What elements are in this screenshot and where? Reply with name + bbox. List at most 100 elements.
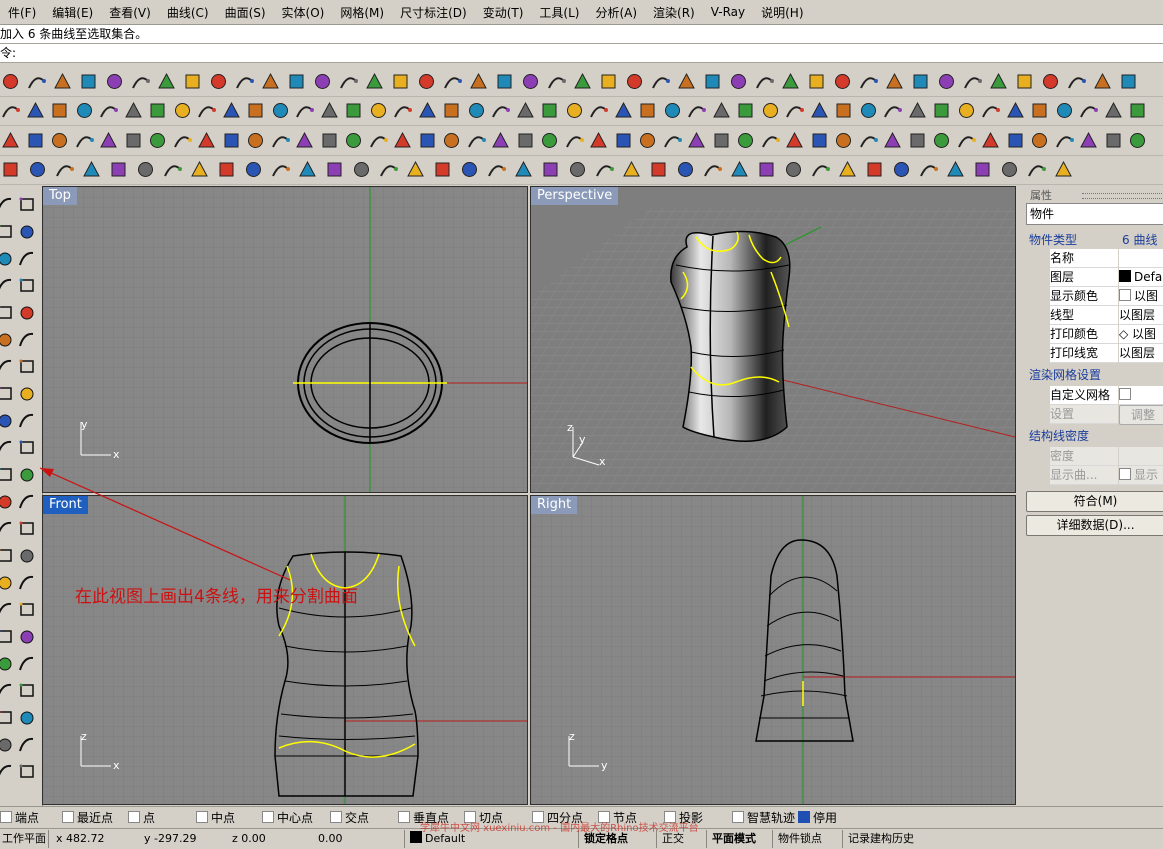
left-toolbar-tool-icon[interactable]	[0, 599, 15, 620]
toolbar-tool-icon[interactable]	[416, 71, 437, 92]
prop-value[interactable]	[1119, 249, 1163, 268]
toolbar-tool-icon[interactable]	[936, 71, 957, 92]
osnap-option[interactable]: 停用	[798, 810, 837, 826]
viewport-perspective[interactable]: z y x Perspective	[530, 186, 1016, 493]
toolbar-tool-icon[interactable]	[515, 130, 536, 151]
toolbar-tool-icon[interactable]	[613, 130, 634, 151]
toolbar-tool-icon[interactable]	[1005, 100, 1026, 121]
object-dropdown[interactable]: 物件	[1026, 203, 1163, 225]
toolbar-tool-icon[interactable]	[338, 71, 359, 92]
left-toolbar-tool-icon[interactable]	[16, 572, 37, 593]
menu-analyze[interactable]: 分析(A)	[587, 4, 645, 21]
toolbar-tool-icon[interactable]	[25, 100, 46, 121]
left-toolbar-tool-icon[interactable]	[0, 302, 15, 323]
left-toolbar-tool-icon[interactable]	[16, 464, 37, 485]
toolbar-tool-icon[interactable]	[931, 130, 952, 151]
toolbar-tool-icon[interactable]	[392, 100, 413, 121]
toolbar-tool-icon[interactable]	[319, 130, 340, 151]
toolbar-tool-icon[interactable]	[196, 100, 217, 121]
toolbar-tool-icon[interactable]	[513, 159, 534, 180]
toolbar-tool-icon[interactable]	[624, 71, 645, 92]
toolbar-tool-icon[interactable]	[833, 100, 854, 121]
toolbar-tool-icon[interactable]	[466, 130, 487, 151]
toolbar-tool-icon[interactable]	[104, 71, 125, 92]
toolbar-tool-icon[interactable]	[1026, 159, 1047, 180]
toolbar-tool-icon[interactable]	[711, 100, 732, 121]
menu-transform[interactable]: 变动(T)	[475, 4, 532, 21]
viewport-front-label[interactable]: Front	[43, 496, 88, 514]
toolbar-tool-icon[interactable]	[1092, 71, 1113, 92]
toolbar-tool-icon[interactable]	[539, 100, 560, 121]
toolbar-tool-icon[interactable]	[945, 159, 966, 180]
osnap-checkbox[interactable]	[732, 811, 744, 823]
osnap-option[interactable]: 交点	[330, 810, 369, 826]
prop-value[interactable]: ◇ 以图	[1119, 325, 1163, 344]
viewport-right-label[interactable]: Right	[531, 496, 578, 514]
toolbar-tool-icon[interactable]	[26, 71, 47, 92]
toolbar-tool-icon[interactable]	[147, 130, 168, 151]
toolbar-tool-icon[interactable]	[442, 71, 463, 92]
toolbar-tool-icon[interactable]	[270, 100, 291, 121]
toolbar-tool-icon[interactable]	[837, 159, 858, 180]
toolbar-tool-icon[interactable]	[1029, 130, 1050, 151]
toolbar-tool-icon[interactable]	[1103, 100, 1124, 121]
toolbar-tool-icon[interactable]	[466, 100, 487, 121]
toolbar-tool-icon[interactable]	[858, 130, 879, 151]
toolbar-tool-icon[interactable]	[390, 71, 411, 92]
osnap-option[interactable]: 中点	[196, 810, 235, 826]
toolbar-tool-icon[interactable]	[520, 71, 541, 92]
prop-value[interactable]: 显示	[1119, 466, 1163, 485]
toolbar-tool-icon[interactable]	[0, 130, 21, 151]
toolbar-tool-icon[interactable]	[858, 71, 879, 92]
left-toolbar-tool-icon[interactable]	[0, 248, 15, 269]
left-toolbar-tool-icon[interactable]	[16, 329, 37, 350]
toolbar-tool-icon[interactable]	[78, 71, 99, 92]
toolbar-tool-icon[interactable]	[172, 130, 193, 151]
toolbar-tool-icon[interactable]	[572, 71, 593, 92]
display-checkbox[interactable]	[1119, 468, 1131, 480]
left-toolbar-tool-icon[interactable]	[16, 761, 37, 782]
toolbar-tool-icon[interactable]	[432, 159, 453, 180]
toolbar-tool-icon[interactable]	[319, 100, 340, 121]
left-toolbar-tool-icon[interactable]	[0, 410, 15, 431]
toolbar-tool-icon[interactable]	[135, 159, 156, 180]
left-toolbar-tool-icon[interactable]	[0, 761, 15, 782]
osnap-checkbox[interactable]	[196, 811, 208, 823]
prop-row-linetype[interactable]: 线型 以图层	[1026, 306, 1163, 325]
toolbar-tool-icon[interactable]	[468, 71, 489, 92]
left-toolbar-tool-icon[interactable]	[0, 194, 15, 215]
toolbar-tool-icon[interactable]	[1078, 130, 1099, 151]
toolbar-tool-icon[interactable]	[539, 130, 560, 151]
toolbar-tool-icon[interactable]	[1066, 71, 1087, 92]
toolbar-tool-icon[interactable]	[1014, 71, 1035, 92]
osnap-option[interactable]: 智慧轨迹	[732, 810, 795, 826]
toolbar-tool-icon[interactable]	[637, 130, 658, 151]
toolbar-tool-icon[interactable]	[245, 130, 266, 151]
toolbar-tool-icon[interactable]	[910, 71, 931, 92]
toolbar-tool-icon[interactable]	[0, 159, 21, 180]
toolbar-tool-icon[interactable]	[686, 130, 707, 151]
left-toolbar-tool-icon[interactable]	[16, 734, 37, 755]
custom-mesh-checkbox[interactable]	[1119, 388, 1131, 400]
toolbar-tool-icon[interactable]	[1054, 100, 1075, 121]
toolbar-tool-icon[interactable]	[729, 159, 750, 180]
toolbar-tool-icon[interactable]	[735, 130, 756, 151]
toolbar-tool-icon[interactable]	[702, 159, 723, 180]
osnap-checkbox[interactable]	[398, 811, 410, 823]
left-toolbar-tool-icon[interactable]	[16, 221, 37, 242]
toolbar-tool-icon[interactable]	[182, 71, 203, 92]
toolbar-tool-icon[interactable]	[1053, 159, 1074, 180]
left-toolbar-tool-icon[interactable]	[16, 410, 37, 431]
viewport-perspective-label[interactable]: Perspective	[531, 187, 619, 205]
toolbar-tool-icon[interactable]	[621, 159, 642, 180]
toolbar-tool-icon[interactable]	[546, 71, 567, 92]
left-toolbar-tool-icon[interactable]	[16, 194, 37, 215]
command-prompt[interactable]: 令:	[0, 44, 1163, 63]
left-toolbar-tool-icon[interactable]	[0, 221, 15, 242]
left-toolbar-tool-icon[interactable]	[0, 734, 15, 755]
left-toolbar-tool-icon[interactable]	[0, 518, 15, 539]
left-toolbar-tool-icon[interactable]	[16, 248, 37, 269]
toolbar-tool-icon[interactable]	[686, 100, 707, 121]
toolbar-tool-icon[interactable]	[490, 130, 511, 151]
osnap-option[interactable]: 最近点	[62, 810, 113, 826]
